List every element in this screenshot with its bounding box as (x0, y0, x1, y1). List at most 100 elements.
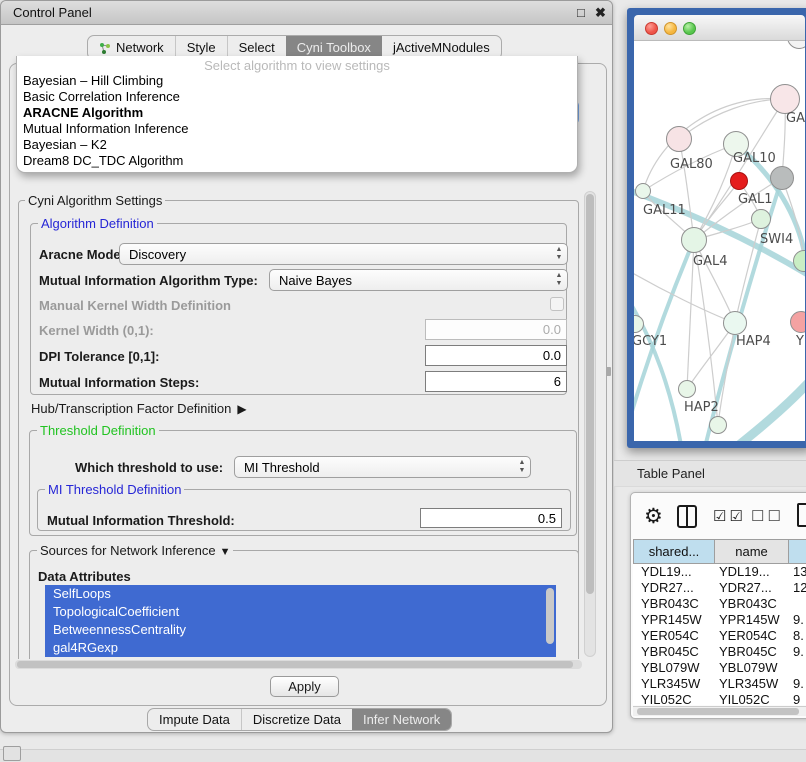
settings-vertical-scrollbar[interactable] (584, 191, 596, 657)
scrollbar-thumb[interactable] (17, 661, 573, 668)
data-attributes-label: Data Attributes (38, 569, 131, 584)
table-row[interactable]: YLR345WYLR345W9. (633, 676, 806, 692)
split-columns-icon[interactable] (677, 505, 697, 528)
mi-steps-label: Mutual Information Steps: (39, 375, 199, 390)
manual-kernel-width-checkbox[interactable] (550, 297, 564, 311)
table-row[interactable]: YER054CYER054C8. (633, 628, 806, 644)
table-row[interactable]: YBR045CYBR045C9. (633, 644, 806, 660)
cell-name: YLR345W (719, 676, 778, 692)
tab-jactivemnodules-label: jActiveMNodules (393, 40, 490, 55)
cell-name: YBR045C (719, 644, 777, 660)
mi-algorithm-type-select[interactable]: Naive Bayes ▲▼ (269, 269, 568, 291)
deselect-all-checkboxes-icon[interactable]: ☐☐ (751, 507, 784, 525)
table-row[interactable]: YIL052CYIL052C9 (633, 692, 806, 705)
table-panel-titlebar: Table Panel (614, 460, 806, 487)
status-bar (0, 749, 806, 762)
float-window-icon[interactable]: □ (577, 5, 585, 20)
network-window-titlebar[interactable] (634, 15, 805, 41)
hub-definition-toggle[interactable]: Hub/Transcription Factor Definition ▶ (31, 401, 247, 416)
algorithm-option[interactable]: Bayesian – K2 (23, 137, 107, 152)
algorithm-option[interactable]: Bayesian – Hill Climbing (23, 73, 163, 88)
list-item[interactable]: gal4RGexp (45, 639, 556, 657)
gear-icon[interactable]: ⚙ (644, 504, 663, 529)
table-horizontal-scrollbar[interactable] (633, 706, 806, 716)
kernel-width-field[interactable] (425, 319, 567, 340)
select-all-checkboxes-icon[interactable]: ☑☑ (713, 507, 746, 525)
algorithm-option[interactable]: Mutual Information Inference (23, 121, 188, 136)
node-label: HAP4 (736, 334, 771, 349)
list-scrollbar[interactable] (546, 588, 554, 644)
table-row[interactable]: YBR043CYBR043C (633, 596, 806, 612)
network-node[interactable] (709, 416, 727, 434)
manual-kernel-width-label: Manual Kernel Width Definition (39, 298, 231, 313)
mi-algorithm-type-value: Naive Bayes (270, 273, 551, 288)
scrollbar-thumb[interactable] (637, 708, 799, 715)
tab-impute-data[interactable]: Impute Data (148, 709, 241, 730)
table-row[interactable]: YDR27...YDR27...12 (633, 580, 806, 596)
sources-title: Sources for Network Inference (40, 543, 216, 558)
list-item[interactable]: TopologicalCoefficient (45, 603, 556, 621)
network-window[interactable]: GAL GAL80 GAL10 GAL11 GAL1 SWI4 GAL4 GCY… (627, 8, 806, 448)
close-window-icon[interactable]: ✖ (595, 5, 606, 21)
tab-discretize-data[interactable]: Discretize Data (241, 709, 352, 730)
table-row[interactable]: YPR145WYPR145W9. (633, 612, 806, 628)
network-node-grey[interactable] (770, 166, 794, 190)
algorithm-dropdown: Select algorithm to view settings Bayesi… (16, 56, 578, 173)
data-attributes-list: SelfLoops TopologicalCoefficient Between… (45, 585, 556, 657)
mi-threshold-field[interactable] (420, 508, 562, 528)
cell-value: 13 (793, 564, 806, 580)
algorithm-option[interactable]: Basic Correlation Inference (23, 89, 180, 104)
zoom-traffic-light-icon[interactable] (683, 22, 696, 35)
cell-value: 12 (793, 580, 806, 596)
network-node-selected-red[interactable] (730, 172, 748, 190)
table-panel-window: ⚙ ☑☑ ☐☐ shared... name YDL19...YDL19...1… (630, 492, 806, 719)
table-header-extra[interactable] (789, 539, 806, 564)
cell-shared: YBR045C (641, 644, 699, 660)
collapse-down-icon[interactable]: ▼ (220, 546, 231, 558)
collapsed-panel-button[interactable] (3, 746, 21, 761)
control-panel-titlebar[interactable]: Control Panel □ ✖ (1, 1, 612, 25)
dpi-tolerance-field[interactable] (425, 345, 567, 366)
cell-value: 8. (793, 628, 804, 644)
sources-toggle[interactable]: Sources for Network Inference ▼ (37, 543, 233, 558)
list-item[interactable]: BetweennessCentrality (45, 621, 556, 639)
table-panel-title: Table Panel (637, 466, 705, 481)
tab-network-label: Network (116, 40, 164, 55)
panel-splitter-handle[interactable] (606, 367, 611, 376)
scrollbar-thumb[interactable] (586, 194, 594, 594)
table-header-shared[interactable]: shared... (633, 539, 715, 564)
list-item[interactable]: SelfLoops (45, 585, 556, 603)
tab-infer-network[interactable]: Infer Network (352, 709, 451, 730)
table-row[interactable]: YDL19...YDL19...13 (633, 564, 806, 580)
tab-discretize-data-label: Discretize Data (253, 712, 341, 727)
document-icon[interactable] (797, 503, 806, 527)
mi-steps-field[interactable] (425, 371, 567, 392)
network-node-gal11[interactable] (635, 183, 651, 199)
aracne-mode-label: Aracne Mode: (39, 247, 125, 262)
aracne-mode-select[interactable]: Discovery ▲▼ (119, 243, 568, 265)
table-row[interactable]: YBL079WYBL079W (633, 660, 806, 676)
apply-button[interactable]: Apply (270, 676, 339, 697)
close-traffic-light-icon[interactable] (645, 22, 658, 35)
network-node[interactable] (770, 84, 800, 114)
node-label: GCY1 (634, 334, 667, 349)
network-node-hap4[interactable] (723, 311, 747, 335)
network-canvas[interactable]: GAL GAL80 GAL10 GAL11 GAL1 SWI4 GAL4 GCY… (634, 41, 805, 441)
network-node-pink[interactable] (790, 311, 805, 333)
algorithm-option[interactable]: Dream8 DC_TDC Algorithm (23, 153, 183, 168)
hub-definition-label: Hub/Transcription Factor Definition (31, 401, 231, 416)
which-threshold-select[interactable]: MI Threshold ▲▼ (234, 456, 531, 478)
network-node-gal4[interactable] (681, 227, 707, 253)
table-header-name[interactable]: name (715, 539, 789, 564)
bottom-tabbar: Impute Data Discretize Data Infer Networ… (147, 708, 452, 731)
network-node-hap2[interactable] (678, 380, 696, 398)
network-node-gal80[interactable] (666, 126, 692, 152)
network-node-gal1[interactable] (751, 209, 771, 229)
which-threshold-label: Which threshold to use: (75, 460, 223, 475)
minimize-traffic-light-icon[interactable] (664, 22, 677, 35)
algorithm-option-selected[interactable]: ARACNE Algorithm (23, 105, 143, 120)
expand-right-icon[interactable]: ▶ (237, 402, 246, 416)
mi-threshold-label: Mutual Information Threshold: (47, 513, 235, 528)
settings-horizontal-scrollbar[interactable] (15, 660, 582, 669)
cyni-algorithm-settings-title: Cyni Algorithm Settings (25, 193, 165, 208)
